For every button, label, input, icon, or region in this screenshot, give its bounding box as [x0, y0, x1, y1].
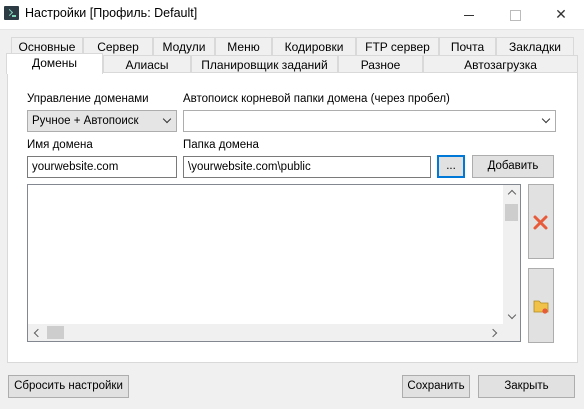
tab-scheduler[interactable]: Планировщик заданий — [191, 55, 338, 73]
horizontal-scroll-thumb[interactable] — [47, 326, 64, 339]
scrollbar-corner — [503, 324, 520, 341]
tab-menu[interactable]: Меню — [215, 37, 272, 55]
minimize-icon — [464, 14, 474, 16]
scroll-right-icon[interactable] — [488, 328, 498, 338]
tab-ftp-server[interactable]: FTP сервер — [356, 37, 439, 55]
horizontal-scrollbar[interactable] — [28, 324, 503, 341]
tab-modules[interactable]: Модули — [153, 37, 215, 55]
domain-folder-label: Папка домена — [183, 139, 259, 151]
close-icon: ✕ — [555, 6, 567, 22]
tab-autostart[interactable]: Автозагрузка — [423, 55, 578, 73]
app-terminal-icon — [4, 6, 19, 20]
domain-name-label: Имя домена — [27, 139, 93, 151]
tab-aliases[interactable]: Алиасы — [103, 55, 191, 73]
domain-folder-input[interactable]: \yourwebsite.com\public — [183, 156, 431, 178]
tab-encodings[interactable]: Кодировки — [272, 37, 356, 55]
domain-name-input[interactable]: yourwebsite.com — [27, 156, 177, 178]
folder-icon — [533, 300, 549, 314]
scroll-left-icon[interactable] — [33, 328, 43, 338]
reset-settings-button[interactable]: Сбросить настройки — [8, 375, 129, 398]
tab-bookmarks[interactable]: Закладки — [496, 37, 574, 55]
autosearch-label: Автопоиск корневой папки домена (через п… — [183, 93, 450, 105]
domain-folder-input-value: \yourwebsite.com\public — [188, 161, 311, 173]
chevron-down-icon — [162, 114, 172, 124]
maximize-icon — [509, 9, 521, 21]
minimize-button[interactable] — [446, 0, 492, 29]
close-window-button[interactable]: ✕ — [538, 0, 584, 29]
tab-domains[interactable]: Домены — [6, 53, 103, 74]
maximize-button[interactable] — [492, 0, 538, 29]
autosearch-combo[interactable] — [183, 110, 556, 132]
vertical-scrollbar[interactable] — [503, 185, 520, 324]
browse-folder-button[interactable]: ... — [437, 155, 465, 178]
scroll-down-icon[interactable] — [507, 310, 517, 320]
open-folder-button[interactable] — [528, 268, 554, 343]
save-button[interactable]: Сохранить — [402, 375, 470, 398]
domains-list[interactable] — [27, 184, 521, 342]
tab-misc[interactable]: Разное — [338, 55, 423, 73]
management-select[interactable]: Ручное + Автопоиск — [27, 110, 177, 132]
management-select-value: Ручное + Автопоиск — [32, 115, 139, 127]
delete-domain-button[interactable] — [528, 184, 554, 259]
tab-mail[interactable]: Почта — [439, 37, 496, 55]
window-title: Настройки [Профиль: Default] — [25, 6, 198, 20]
close-button[interactable]: Закрыть — [478, 375, 575, 398]
scroll-up-icon[interactable] — [507, 189, 517, 199]
chevron-down-icon — [541, 114, 551, 124]
add-domain-button[interactable]: Добавить — [472, 155, 554, 178]
management-label: Управление доменами — [27, 93, 149, 105]
title-bar: Настройки [Профиль: Default] ✕ — [0, 0, 584, 30]
domain-name-input-value: yourwebsite.com — [32, 161, 119, 173]
vertical-scroll-thumb[interactable] — [505, 204, 518, 221]
delete-x-icon — [533, 215, 548, 230]
